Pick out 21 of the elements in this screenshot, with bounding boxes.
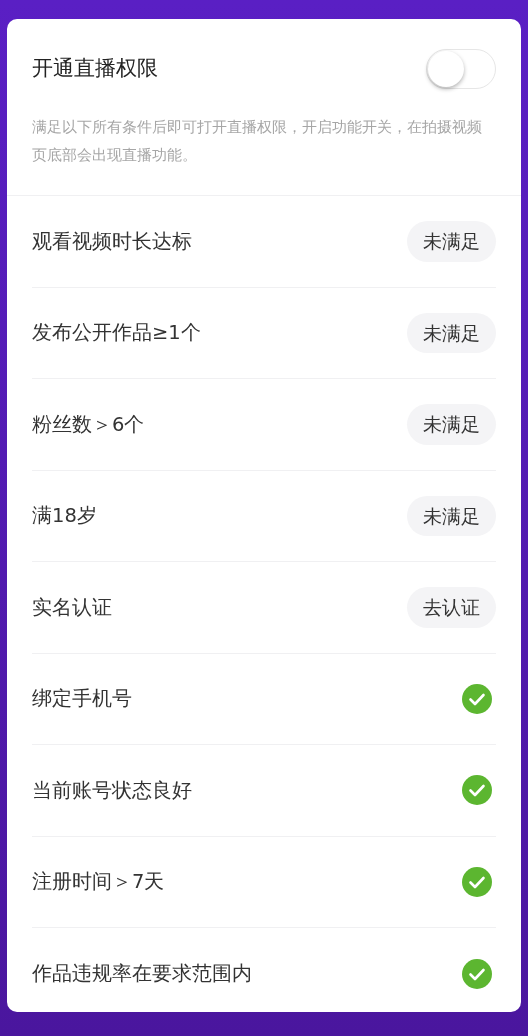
condition-label: 粉丝数＞6个 (32, 411, 145, 438)
condition-label: 实名认证 (32, 594, 112, 621)
permission-title: 开通直播权限 (32, 55, 158, 83)
check-icon (462, 775, 492, 806)
verify-button[interactable]: 去认证 (407, 587, 496, 628)
condition-label: 当前账号状态良好 (32, 777, 192, 804)
status-tag: 未满足 (407, 404, 496, 445)
check-icon (462, 866, 492, 897)
condition-label: 注册时间＞7天 (32, 869, 165, 896)
status-tag: 未满足 (407, 312, 496, 353)
condition-label: 发布公开作品≥1个 (32, 320, 201, 347)
condition-label: 满18岁 (32, 503, 97, 530)
status-tag: 未满足 (407, 221, 496, 262)
status-tag: 未满足 (407, 495, 496, 536)
check-icon (462, 683, 492, 714)
check-icon (462, 958, 492, 989)
permission-description: 满足以下所有条件后即可打开直播权限，开启功能开关，在拍摄视频页底部会出现直播功能。 (32, 117, 483, 166)
condition-label: 绑定手机号 (32, 686, 132, 713)
condition-label: 观看视频时长达标 (32, 228, 192, 255)
condition-label: 作品违规率在要求范围内 (32, 961, 252, 988)
permission-toggle[interactable] (426, 49, 496, 89)
